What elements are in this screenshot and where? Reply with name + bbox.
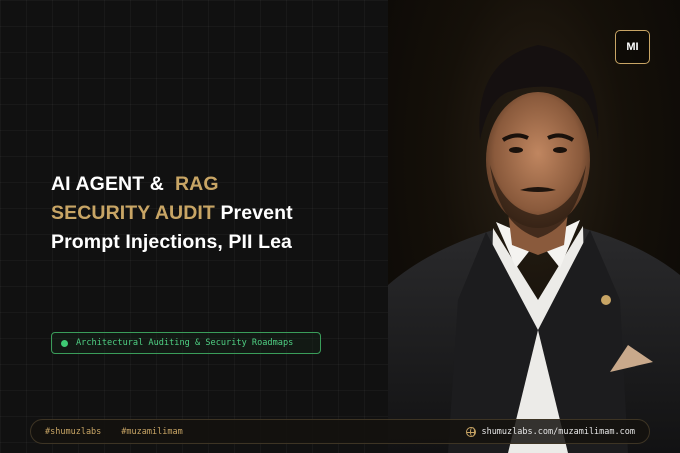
website-link-shumuzlabs[interactable]: shumuzlabs.com <box>481 427 553 437</box>
globe-icon <box>466 426 477 437</box>
headline-text: AI AGENT & <box>51 173 164 195</box>
hashtag-shumuzlabs[interactable]: #shumuzlabs <box>45 427 101 437</box>
headline-line-3: Prompt Injections, PII Lea <box>51 228 371 257</box>
headline-line-1: AI AGENT & RAG <box>51 170 371 199</box>
website-link-muzamilimam[interactable]: muzamilimam.com <box>558 427 635 437</box>
service-tag: Architectural Auditing & Security Roadma… <box>51 332 321 354</box>
headline: AI AGENT & RAG SECURITY AUDIT Prevent Pr… <box>51 170 371 257</box>
headline-highlight: RAG <box>175 173 219 195</box>
headline-text: Prompt Injections, PII Lea <box>51 231 292 253</box>
footer-websites: shumuzlabs.com / muzamilimam.com <box>466 426 635 437</box>
status-dot-icon <box>61 339 68 347</box>
portrait-photo <box>388 0 680 453</box>
footer-bar: #shumuzlabs #muzamilimam shumuzlabs.com /… <box>30 419 650 444</box>
headline-line-2: SECURITY AUDIT Prevent <box>51 199 371 228</box>
hashtag-muzamilimam[interactable]: #muzamilimam <box>121 427 182 437</box>
headline-highlight: SECURITY AUDIT <box>51 202 215 224</box>
lapel-pin <box>601 295 611 305</box>
portrait-illustration <box>388 45 680 453</box>
headline-text: Prevent <box>220 202 293 224</box>
brand-badge: MI <box>615 30 650 64</box>
service-tag-label: Architectural Auditing & Security Roadma… <box>76 338 294 348</box>
